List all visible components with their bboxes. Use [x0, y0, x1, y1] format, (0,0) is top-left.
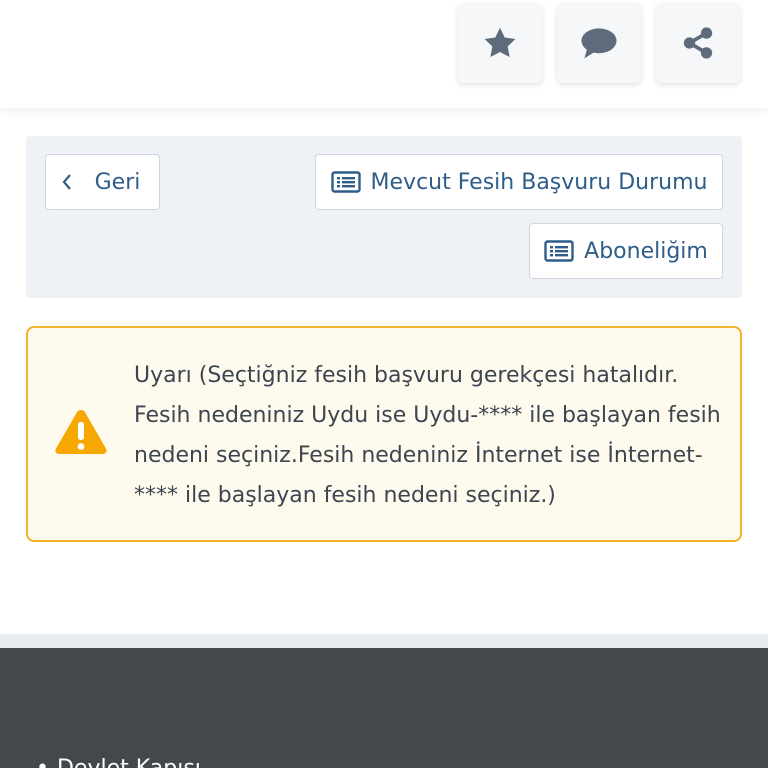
comment-button[interactable]	[557, 3, 641, 83]
comment-icon	[581, 28, 617, 59]
application-status-button[interactable]: Mevcut Fesih Başvuru Durumu	[315, 154, 723, 210]
footer-divider	[0, 634, 768, 648]
my-subscription-button[interactable]: Aboneliğim	[529, 223, 723, 279]
application-status-label: Mevcut Fesih Başvuru Durumu	[370, 169, 708, 195]
warning-alert: Uyarı (Seçtiğniz fesih başvuru gerekçesi…	[26, 326, 742, 542]
footer-link-label: Devlet Kapısı	[57, 756, 201, 768]
list-icon	[330, 171, 361, 193]
favorite-button[interactable]	[458, 3, 542, 83]
footer-link-devlet-kapisi[interactable]: • Devlet Kapısı	[36, 756, 201, 768]
warning-message: Uyarı (Seçtiğniz fesih başvuru gerekçesi…	[134, 363, 721, 508]
back-button-label: Geri	[94, 169, 141, 195]
bullet-icon: •	[36, 756, 49, 768]
warning-triangle-icon	[55, 410, 107, 454]
footer: • Devlet Kapısı	[0, 648, 768, 768]
my-subscription-label: Aboneliğim	[584, 238, 708, 264]
chevron-left-icon	[62, 174, 71, 190]
top-card	[0, 0, 768, 108]
back-button[interactable]: Geri	[45, 154, 160, 210]
list-icon	[544, 240, 574, 262]
star-icon	[484, 27, 516, 58]
share-icon	[683, 27, 713, 59]
navigation-panel: Geri Mevcut Fesih Başvuru Durumu Aboneli…	[26, 136, 742, 298]
share-button[interactable]	[656, 3, 740, 83]
